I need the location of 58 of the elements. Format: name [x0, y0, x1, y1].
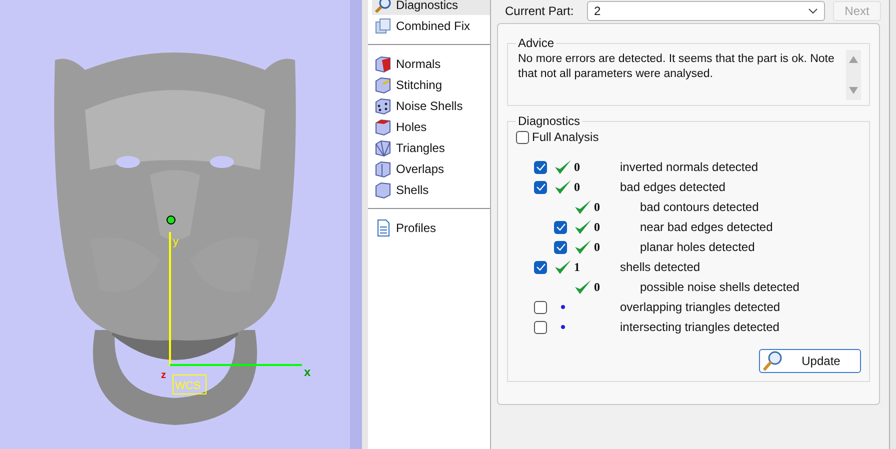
cube-icon — [374, 160, 392, 178]
diagnostic-label: possible noise shells detected — [640, 280, 800, 294]
cube-icon — [374, 96, 392, 114]
nav-item[interactable]: Noise Shells — [372, 95, 490, 116]
group-title: Diagnostics — [517, 114, 582, 128]
count: 0 — [594, 240, 600, 254]
chevron-icon — [808, 8, 818, 14]
diagnostic-label: bad edges detected — [620, 180, 726, 194]
count: 0 — [594, 220, 600, 234]
nav-item[interactable]: Normals — [372, 53, 490, 74]
sheets-icon — [374, 16, 392, 34]
axis-label: z — [161, 370, 166, 381]
count: 0 — [594, 200, 600, 214]
cube-icon — [374, 138, 392, 156]
group-title: Advice — [517, 36, 556, 50]
nav-item[interactable]: Triangles — [372, 137, 490, 158]
checkbox[interactable] — [554, 240, 567, 254]
search-icon — [762, 350, 784, 372]
diagnostic-label: intersecting triangles detected — [620, 320, 780, 334]
diagnostic-label: overlapping triangles detected — [620, 300, 780, 314]
scroll-up-icon — [849, 56, 858, 63]
field-label: Current Part: — [504, 4, 575, 18]
nav-item[interactable]: Shells — [372, 179, 490, 200]
checkbox[interactable] — [534, 320, 547, 334]
axis-label: y — [173, 236, 178, 248]
frame-label: WCS — [172, 374, 206, 394]
checkbox[interactable] — [534, 260, 547, 274]
magnifier-icon — [374, 0, 392, 14]
count: 1 — [574, 260, 580, 274]
checkbox[interactable] — [534, 300, 547, 314]
diagnostic-label: shells detected — [620, 260, 700, 274]
diagnostic-label: planar holes detected — [640, 240, 755, 254]
nav-item[interactable]: Diagnostics — [372, 0, 490, 15]
nav-item[interactable]: Overlaps — [372, 158, 490, 179]
count: 0 — [594, 280, 600, 294]
count: 0 — [574, 160, 580, 174]
scroll-down-icon — [849, 87, 858, 94]
checkbox[interactable] — [554, 220, 567, 234]
cube-icon — [374, 180, 392, 198]
checkbox[interactable] — [534, 180, 547, 194]
axis-label: x — [304, 365, 311, 379]
nav-item[interactable]: Combined Fix — [372, 15, 490, 36]
checkbox[interactable] — [516, 130, 529, 144]
cube-icon — [374, 54, 392, 72]
update-button[interactable]: Update — [759, 349, 861, 373]
part-dropdown[interactable]: 2 — [587, 1, 825, 21]
diagnostic-label: bad contours detected — [640, 200, 759, 214]
checkbox-label: Full Analysis — [532, 130, 599, 144]
diagnostic-label: near bad edges detected — [640, 220, 773, 234]
cube-icon — [374, 76, 392, 94]
cube-icon — [374, 118, 392, 136]
nav-item[interactable]: Profiles — [372, 217, 490, 238]
nav-item[interactable]: Stitching — [372, 74, 490, 95]
nav-item[interactable]: Holes — [372, 116, 490, 137]
diagnostic-label: inverted normals detected — [620, 160, 758, 174]
advice-text: No more errors are detected. It seems that the part is ok. Note that not all parameters were analysed. — [518, 52, 836, 82]
count: 0 — [574, 180, 580, 194]
checkbox[interactable] — [534, 160, 547, 174]
